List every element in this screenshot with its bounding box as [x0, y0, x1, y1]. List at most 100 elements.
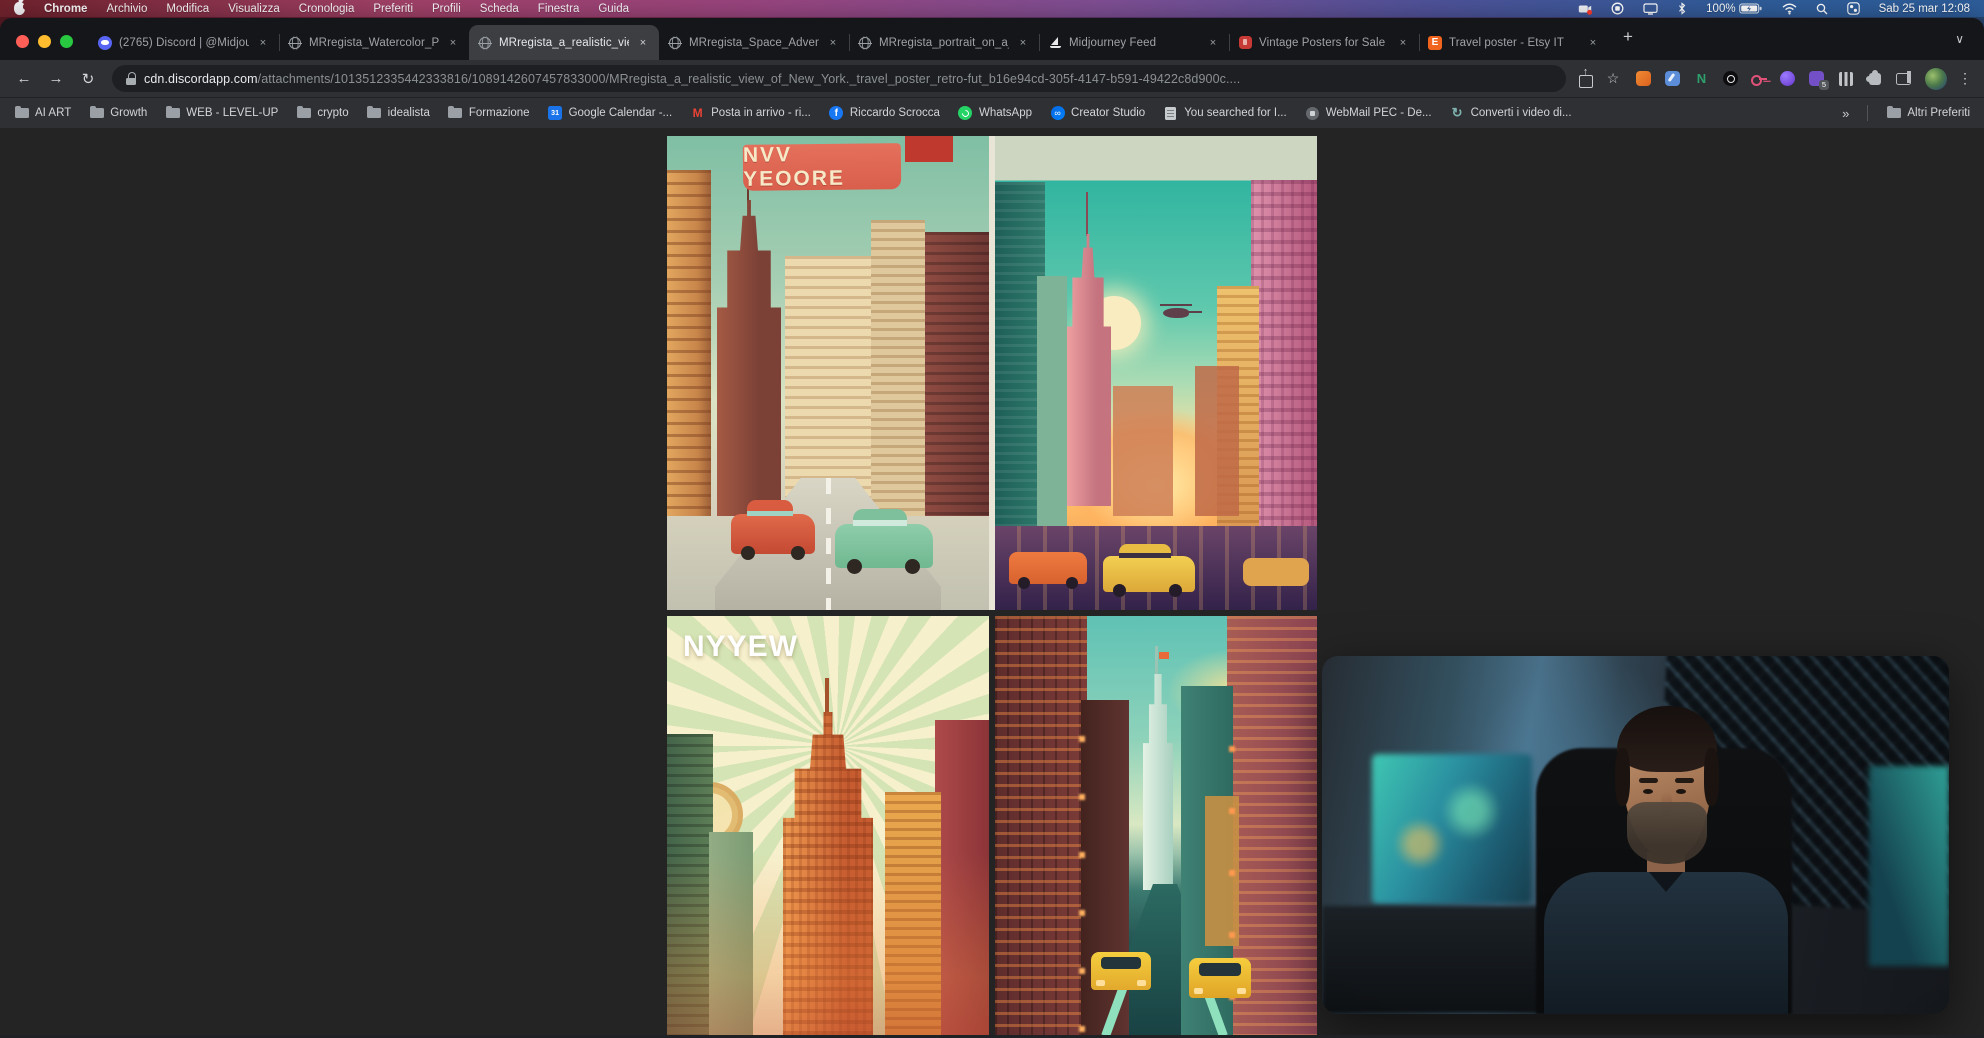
bookmark-converti-video[interactable]: ↻Converti i video di...	[1450, 106, 1572, 120]
br-spire	[1155, 646, 1158, 678]
tab-close-icon[interactable]: ×	[446, 37, 460, 49]
display-icon[interactable]	[1643, 3, 1658, 15]
bookmark-google-calendar[interactable]: 31Google Calendar -...	[548, 106, 673, 120]
tab-title: MRregista_portrait_on_a_	[879, 37, 1009, 49]
bookmark-whatsapp[interactable]: WhatsApp	[958, 106, 1032, 120]
control-center-icon[interactable]	[1847, 2, 1860, 15]
tab-vintage-posters[interactable]: Vintage Posters for Sale | ×	[1229, 25, 1419, 60]
menu-scheda[interactable]: Scheda	[480, 3, 519, 15]
tab-close-icon[interactable]: ×	[1586, 37, 1600, 49]
zoom-window-button[interactable]	[60, 35, 73, 48]
bookmark-label: WebMail PEC - De...	[1326, 107, 1432, 119]
bookmark-web-level-up[interactable]: WEB - LEVEL-UP	[165, 106, 278, 120]
forward-button[interactable]: →	[44, 70, 68, 87]
menu-modifica[interactable]: Modifica	[166, 3, 209, 15]
attachment-image[interactable]: NVV YEOORE	[667, 136, 1317, 1035]
other-bookmarks-folder[interactable]: Altri Preferiti	[1886, 106, 1970, 120]
tr-tan-car	[1243, 558, 1309, 586]
discord-favicon	[98, 36, 112, 50]
bluetooth-icon[interactable]	[1677, 2, 1687, 15]
wifi-icon[interactable]	[1782, 3, 1797, 15]
close-window-button[interactable]	[16, 35, 29, 48]
minimize-window-button[interactable]	[38, 35, 51, 48]
extension-green-n-icon[interactable]: N	[1693, 70, 1710, 87]
menu-archivio[interactable]: Archivio	[106, 3, 147, 15]
url-path: /attachments/1013512335442333816/1089142…	[258, 72, 1241, 86]
tabs: (2765) Discord | @Midjou × MRregista_Wat…	[89, 25, 1609, 60]
browser-window: (2765) Discord | @Midjou × MRregista_Wat…	[0, 18, 1984, 1038]
tl-mint-vintage-car	[835, 524, 933, 568]
bookmark-growth[interactable]: Growth	[89, 106, 147, 120]
apple-menu-icon[interactable]	[14, 2, 25, 15]
bookmark-label: Formazione	[469, 107, 530, 119]
bookmark-label: crypto	[317, 107, 348, 119]
extension-black-circle-icon[interactable]	[1722, 70, 1739, 87]
new-tab-button[interactable]: +	[1615, 24, 1641, 50]
menu-cronologia[interactable]: Cronologia	[299, 3, 355, 15]
extension-purple-icon[interactable]	[1779, 70, 1796, 87]
tab-watercolor[interactable]: MRregista_Watercolor_Pa ×	[279, 25, 469, 60]
spotlight-search-icon[interactable]	[1816, 3, 1828, 15]
extension-orange-icon[interactable]	[1635, 70, 1652, 87]
extension-key-icon[interactable]	[1751, 71, 1767, 87]
menu-finestra[interactable]: Finestra	[538, 3, 580, 15]
side-panel-icon[interactable]	[1895, 70, 1912, 87]
tab-realistic-view-active[interactable]: MRregista_a_realistic_vie ×	[469, 25, 659, 60]
extension-grid-icon[interactable]	[1837, 70, 1854, 87]
tab-space-adventure[interactable]: MRregista_Space_Advent ×	[659, 25, 849, 60]
tab-close-icon[interactable]: ×	[1396, 37, 1410, 49]
screen-record-stop-icon[interactable]	[1611, 2, 1624, 15]
menu-app-name[interactable]: Chrome	[44, 3, 87, 15]
tab-close-icon[interactable]: ×	[1016, 37, 1030, 49]
tab-close-icon[interactable]: ×	[636, 37, 650, 49]
menu-profili[interactable]: Profili	[432, 3, 461, 15]
br-orange-flag	[1159, 652, 1169, 659]
bookmark-creator-studio[interactable]: ∞Creator Studio	[1050, 106, 1145, 120]
reload-button[interactable]: ↻	[76, 70, 100, 88]
tab-close-icon[interactable]: ×	[1206, 37, 1220, 49]
battery-percent: 100%	[1706, 3, 1735, 15]
menu-guida[interactable]: Guida	[598, 3, 629, 15]
bookmark-star-icon[interactable]: ☆	[1601, 70, 1625, 87]
bookmark-webmail-pec[interactable]: WebMail PEC - De...	[1305, 106, 1432, 120]
menu-clock[interactable]: Sab 25 mar 12:08	[1879, 3, 1970, 15]
lock-icon[interactable]	[126, 72, 136, 85]
battery-indicator[interactable]: 100%	[1706, 3, 1762, 15]
browser-toolbar: ← → ↻ cdn.discordapp.com/attachments/101…	[0, 60, 1984, 97]
bookmark-gmail[interactable]: MPosta in arrivo - ri...	[690, 106, 811, 120]
bookmark-ai-art[interactable]: AI ART	[14, 106, 71, 120]
bookmark-facebook[interactable]: fRiccardo Scrocca	[829, 106, 940, 120]
profile-avatar[interactable]	[1925, 68, 1947, 90]
bookmark-label: idealista	[388, 107, 430, 119]
recording-indicator-icon[interactable]	[1578, 3, 1592, 15]
folder-icon	[89, 106, 104, 120]
tr-mid-silhouette	[1113, 386, 1173, 516]
menu-visualizza[interactable]: Visualizza	[228, 3, 280, 15]
chrome-menu-icon[interactable]: ⋮	[1958, 70, 1972, 87]
bookmarks-overflow-chevron[interactable]: »	[1842, 106, 1849, 121]
bookmark-you-searched[interactable]: You searched for I...	[1163, 106, 1287, 120]
extensions-puzzle-icon[interactable]	[1866, 70, 1883, 87]
tr-orange-car	[1009, 552, 1087, 584]
extension-purple-badged-icon[interactable]: 5	[1808, 70, 1825, 87]
extension-blue-icon[interactable]	[1664, 70, 1681, 87]
back-button[interactable]: ←	[12, 70, 36, 87]
bookmark-idealista[interactable]: idealista	[367, 106, 430, 120]
tab-close-icon[interactable]: ×	[826, 37, 840, 49]
tab-midjourney-feed[interactable]: Midjourney Feed ×	[1039, 25, 1229, 60]
menu-preferiti[interactable]: Preferiti	[373, 3, 413, 15]
tr-pink-building	[1251, 180, 1317, 560]
bookmark-crypto[interactable]: crypto	[296, 106, 348, 120]
tab-close-icon[interactable]: ×	[256, 37, 270, 49]
tl-maroon-building	[925, 232, 989, 516]
tab-search-chevron-icon[interactable]: ∨	[1955, 32, 1964, 46]
tab-etsy[interactable]: E Travel poster - Etsy IT ×	[1419, 25, 1609, 60]
address-bar[interactable]: cdn.discordapp.com/attachments/101351233…	[112, 65, 1566, 92]
folder-icon	[1886, 106, 1901, 120]
share-icon[interactable]: ↑	[1578, 70, 1593, 87]
br-street-lights-left	[1079, 736, 1085, 1035]
tab-discord[interactable]: (2765) Discord | @Midjou ×	[89, 25, 279, 60]
tab-portrait[interactable]: MRregista_portrait_on_a_ ×	[849, 25, 1039, 60]
bookmark-formazione[interactable]: Formazione	[448, 106, 530, 120]
macos-menu-bar: Chrome Archivio Modifica Visualizza Cron…	[0, 0, 1984, 17]
